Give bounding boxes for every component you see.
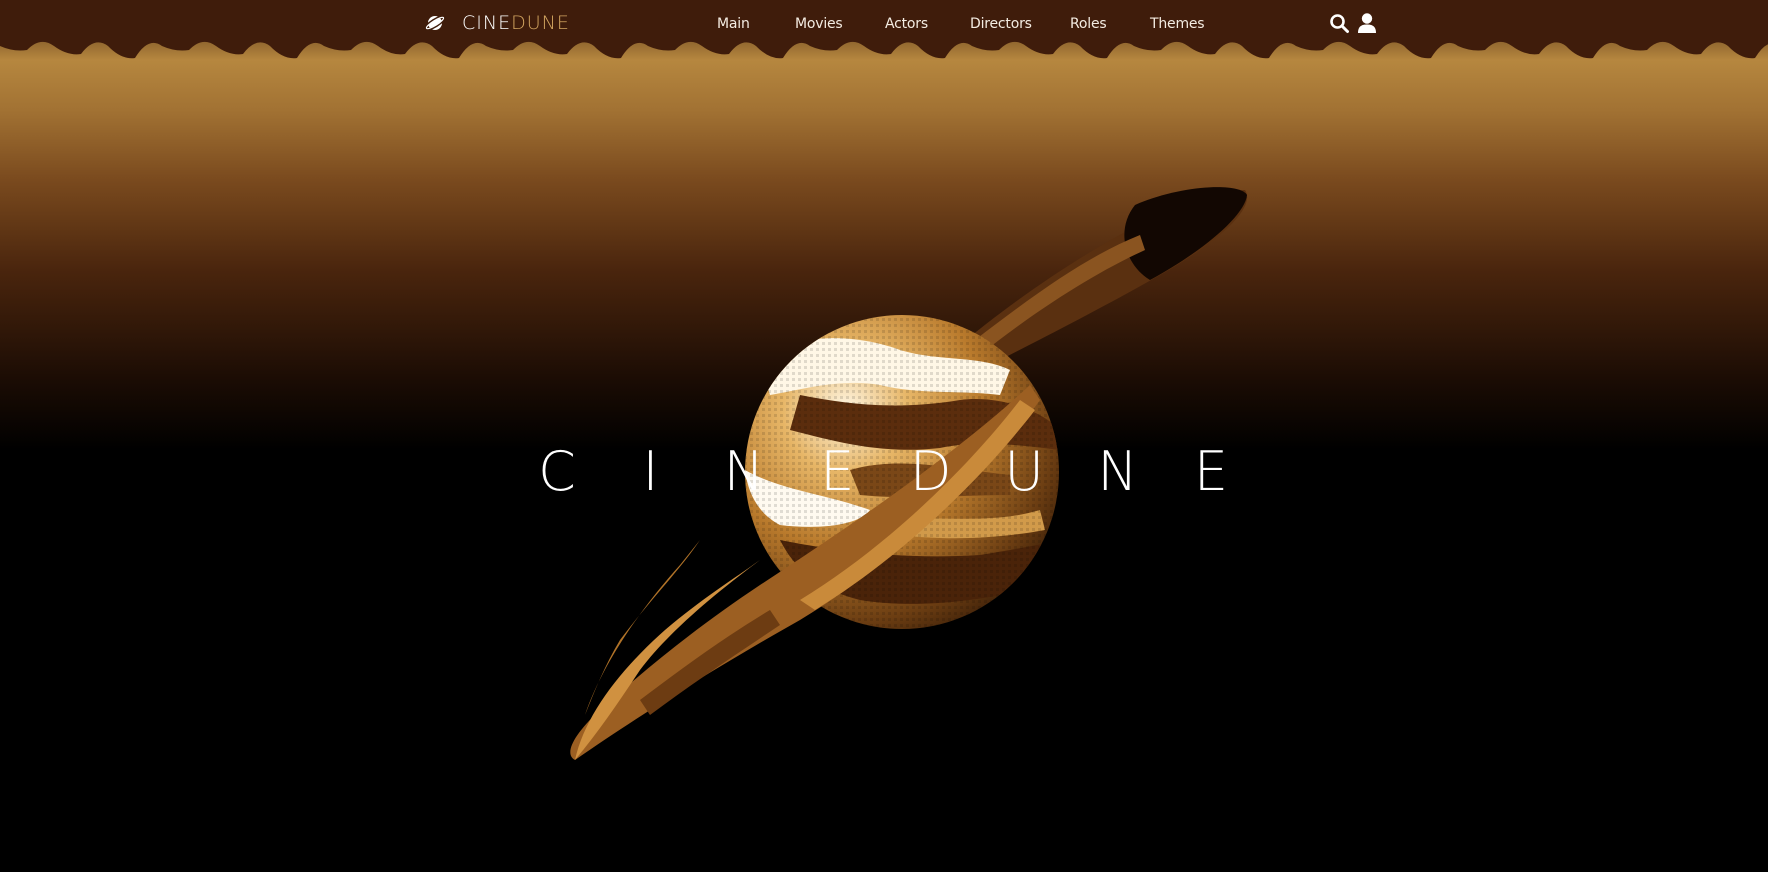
nav-item-themes[interactable]: Themes (1150, 13, 1205, 35)
hero-title-letter: E (1193, 440, 1229, 503)
user-icon[interactable] (1357, 12, 1377, 34)
nav-item-directors[interactable]: Directors (970, 13, 1032, 35)
hero-title-letter: U (1004, 440, 1044, 503)
hero-title-letter: D (909, 440, 952, 503)
hero-title-letter: N (1097, 440, 1138, 503)
main-nav: Main Movies Actors Directors Roles Theme… (0, 13, 1768, 35)
hero-title-letter: C (538, 440, 576, 503)
nav-item-actors[interactable]: Actors (885, 13, 928, 35)
header-actions (1329, 12, 1377, 34)
search-icon[interactable] (1329, 12, 1349, 34)
drip-border (0, 30, 1768, 59)
nav-item-roles[interactable]: Roles (1070, 13, 1107, 35)
hero-title: C I N E D U N E (529, 444, 1239, 500)
ringed-planet-illustration (570, 187, 1248, 760)
nav-item-main[interactable]: Main (717, 13, 750, 35)
hero-title-letter: E (820, 440, 855, 503)
nav-item-movies[interactable]: Movies (795, 13, 843, 35)
page: CINEDUNE Main Movies Actors Directors Ro… (0, 0, 1768, 872)
hero-title-letter: N (723, 440, 765, 503)
hero-title-letter: I (642, 440, 659, 503)
